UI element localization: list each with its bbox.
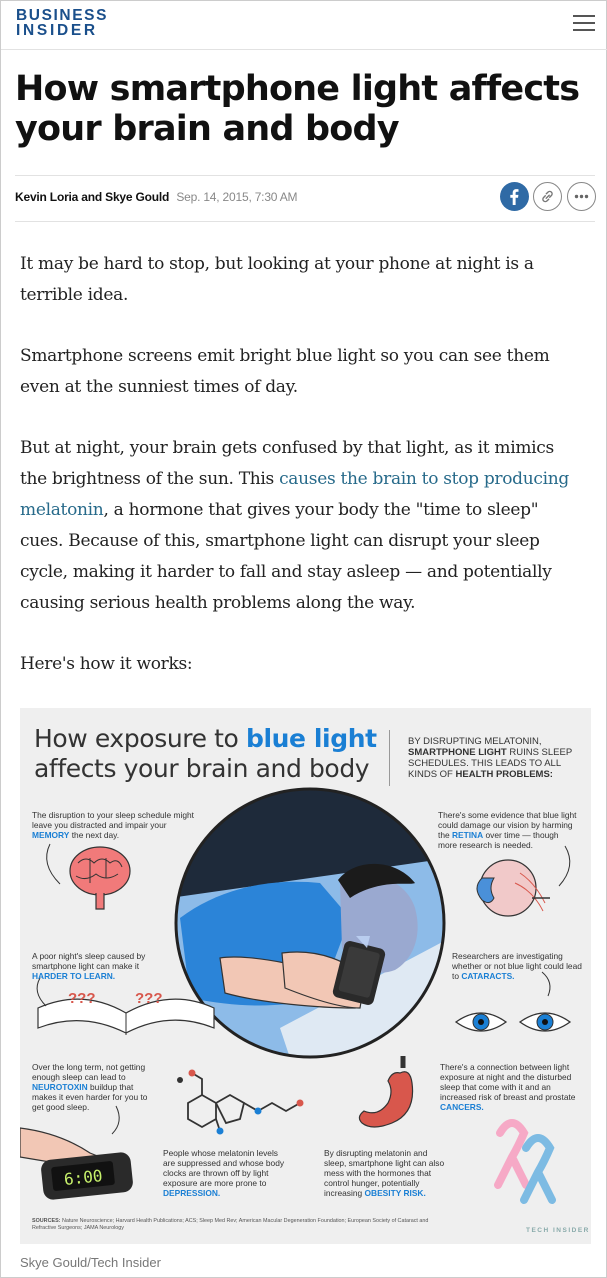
byline: Kevin Loria and Skye Gould Sep. 14, 2015… — [15, 190, 298, 204]
copy-link-button[interactable] — [533, 182, 562, 211]
note-neurotoxin-a: Over the long term, not getting enough s… — [32, 1062, 146, 1082]
byline-divider-top — [15, 175, 595, 176]
note-obesity-highlight: obesity risk. — [364, 1188, 426, 1198]
infographic-sources: SOURCES: Nature Neuroscience; Harvard He… — [32, 1218, 432, 1232]
headline-line-2: your brain and body — [15, 109, 400, 149]
note-cancer: There's a connection between light expos… — [440, 1062, 585, 1112]
awareness-ribbons-icon — [494, 1119, 556, 1204]
note-memory-b: the next day. — [69, 830, 120, 840]
logo-line-2: INSIDER — [16, 22, 98, 39]
note-cancer-a: There's a connection between light expos… — [440, 1062, 576, 1102]
paragraph-3: But at night, your brain gets confused b… — [20, 433, 580, 619]
note-cataracts-highlight: cataracts. — [461, 971, 515, 981]
sources-text: Nature Neuroscience; Harvard Health Publ… — [32, 1218, 429, 1231]
note-neurotoxin-highlight: neurotoxin — [32, 1082, 88, 1092]
note-cataracts: Researchers are investigating whether or… — [452, 951, 582, 981]
note-obesity: By disrupting melatonin and sleep, smart… — [324, 1148, 449, 1198]
infographic: How exposure to blue light affects your … — [20, 708, 591, 1244]
byline-authors[interactable]: Kevin Loria and Skye Gould — [15, 190, 169, 204]
brain-icon — [69, 846, 131, 910]
more-options-icon — [574, 194, 589, 199]
paragraph-4: Here's how it works: — [20, 654, 193, 674]
note-memory-highlight: memory — [32, 830, 70, 840]
paragraph-2: Smartphone screens emit bright blue ligh… — [20, 346, 550, 397]
melatonin-molecule-icon — [187, 1072, 301, 1132]
note-learning-a: A poor night's sleep caused by smartphon… — [32, 951, 146, 971]
headline-line-1: How smartphone light affects — [15, 69, 580, 109]
alarm-clock-icon — [20, 1127, 133, 1200]
note-cancer-highlight: cancers. — [440, 1102, 484, 1112]
sources-label: SOURCES: — [32, 1218, 61, 1224]
stomach-icon — [358, 1056, 414, 1128]
image-caption: Skye Gould/Tech Insider — [20, 1255, 161, 1270]
note-memory: The disruption to your sleep schedule mi… — [32, 810, 197, 840]
svg-text:???: ??? — [135, 990, 163, 1007]
logo-line-1: BUSINESS — [16, 7, 109, 24]
more-options-button[interactable] — [567, 182, 596, 211]
byline-date: Sep. 14, 2015, 7:30 AM — [176, 190, 298, 204]
clock-display: 6:00 — [63, 1166, 104, 1189]
note-learning-highlight: harder to learn. — [32, 971, 116, 981]
note-retina-highlight: retina — [451, 830, 484, 840]
eyes-icon — [454, 1012, 572, 1032]
paragraph-1: It may be hard to stop, but looking at y… — [20, 254, 534, 305]
open-book-icon: ??? ??? — [37, 990, 215, 1035]
note-depression: People whose melatonin levels are suppre… — [163, 1148, 291, 1198]
header-divider — [1, 49, 607, 50]
svg-text:???: ??? — [68, 990, 96, 1007]
note-depression-highlight: depression. — [163, 1188, 221, 1198]
facebook-share-button[interactable] — [500, 182, 529, 211]
article-headline: How smartphone light affects your brain … — [15, 69, 595, 149]
retina-eye-icon — [476, 859, 550, 917]
top-bar: BUSINESS INSIDER — [1, 1, 607, 49]
hamburger-menu-icon[interactable] — [573, 15, 595, 31]
byline-divider-bottom — [15, 221, 595, 222]
note-learning: A poor night's sleep caused by smartphon… — [32, 951, 162, 981]
note-depression-a: People whose melatonin levels are suppre… — [163, 1148, 285, 1188]
facebook-icon — [510, 189, 519, 205]
note-retina: There's some evidence that blue light co… — [438, 810, 578, 850]
tech-insider-logo: TECH INSIDER — [526, 1227, 590, 1234]
link-icon — [542, 190, 553, 203]
note-memory-a: The disruption to your sleep schedule mi… — [32, 810, 195, 830]
business-insider-logo[interactable]: BUSINESS INSIDER — [16, 7, 109, 39]
note-neurotoxin: Over the long term, not getting enough s… — [32, 1062, 157, 1112]
